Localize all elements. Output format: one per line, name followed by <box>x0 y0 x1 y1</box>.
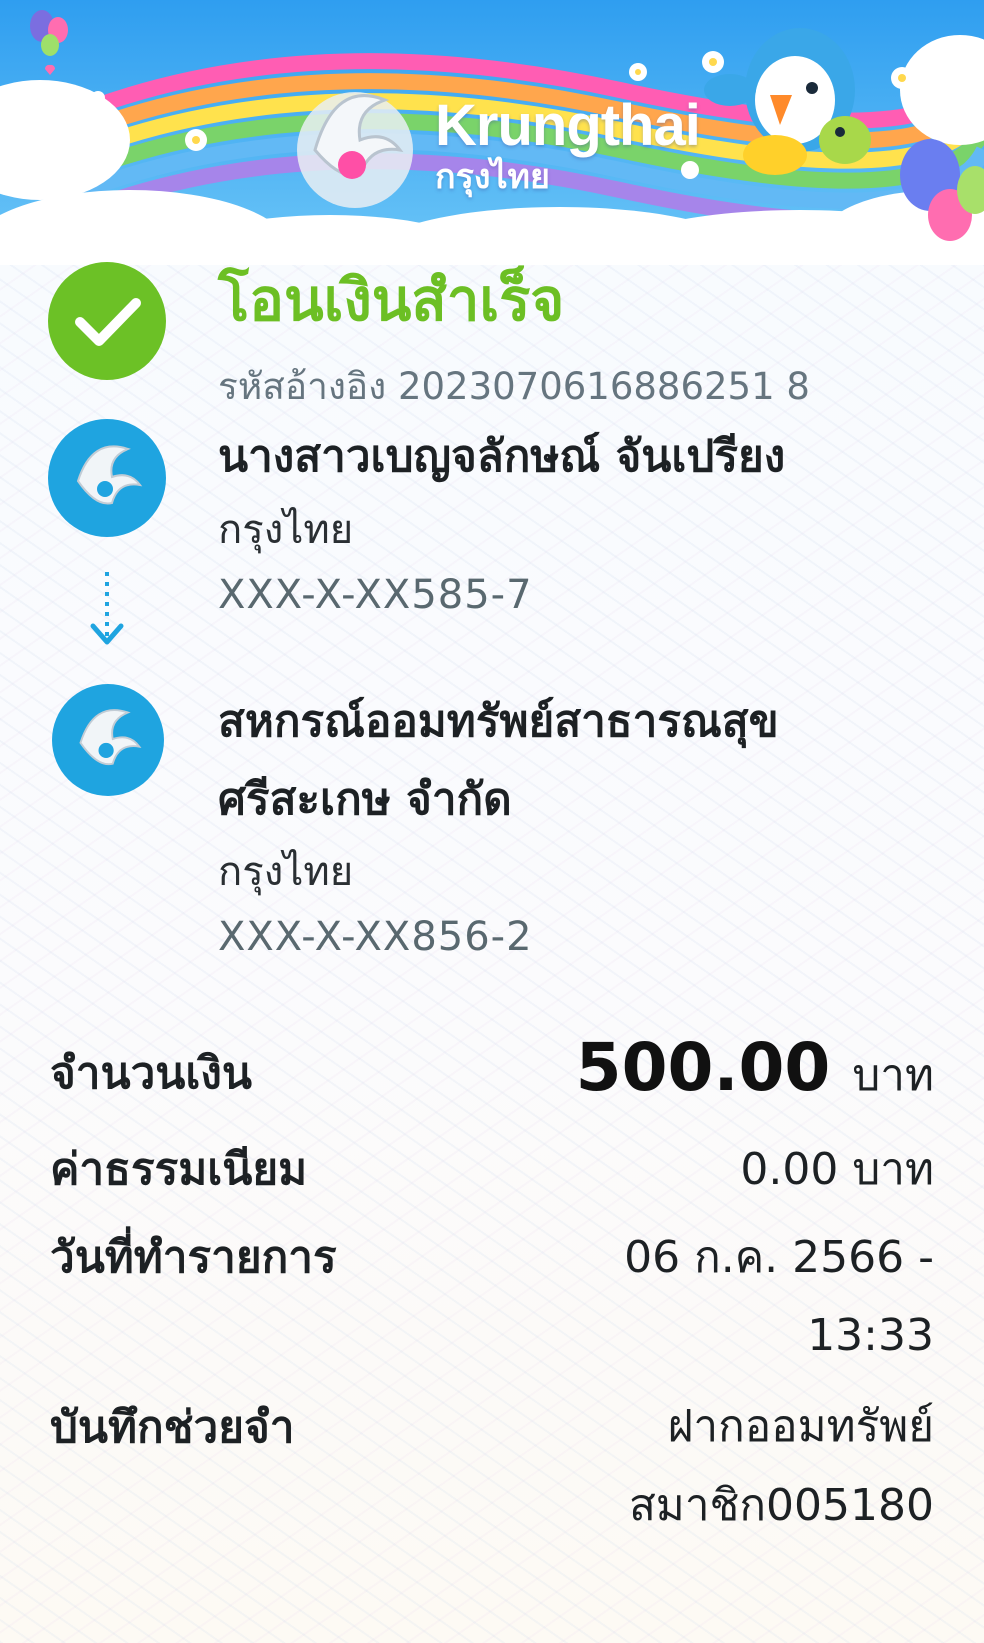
sender-name: นางสาวเบญจลักษณ์ จันเปรียง <box>218 431 786 482</box>
recipient-name-line2: ศรีสะเกษ จำกัด <box>218 774 512 825</box>
brand-name-th: กรุงไทย <box>435 158 550 196</box>
amount-unit: บาท <box>852 1050 934 1101</box>
transaction-date-value: 06 ก.ค. 2566 - <box>624 1232 934 1283</box>
recipient-name-line1: สหกรณ์ออมทรัพย์สาธารณสุข <box>218 696 779 747</box>
header-banner: Krungthai กรุงไทย <box>0 0 984 265</box>
sender-bank: กรุงไทย <box>218 507 354 553</box>
sender-account: XXX-X-XX585-7 <box>218 572 533 618</box>
memo-value-line2: สมาชิก005180 <box>628 1480 934 1531</box>
transaction-time-value: 13:33 <box>807 1310 934 1361</box>
memo-label: บันทึกช่วยจำ <box>50 1402 295 1453</box>
check-circle-icon <box>48 262 166 380</box>
amount-label: จำนวนเงิน <box>50 1048 252 1099</box>
brand-logo: Krungthai กรุงไทย <box>435 93 701 196</box>
memo-value-line1: ฝากออมทรัพย์ <box>667 1401 934 1452</box>
reference-line: รหัสอ้างอิง 2023070616886251 8 <box>218 365 810 409</box>
reference-number: 2023070616886251 8 <box>397 365 810 408</box>
amount-value-row: 500.00 บาท <box>576 1028 934 1116</box>
krungthai-phoenix-icon <box>76 445 143 505</box>
arrow-down-dotted-icon <box>90 572 124 645</box>
reference-label: รหัสอ้างอิง <box>218 365 387 408</box>
krungthai-phoenix-icon <box>79 709 142 766</box>
fee-label: ค่าธรรมเนียม <box>50 1144 308 1195</box>
recipient-account: XXX-X-XX856-2 <box>218 914 533 960</box>
amount-value: 500.00 <box>575 1029 831 1106</box>
sender-bank-icon <box>48 419 166 537</box>
transaction-date-label: วันที่ทำรายการ <box>50 1232 337 1283</box>
recipient-bank-icon <box>52 684 164 796</box>
fee-value: 0.00 บาท <box>740 1144 934 1195</box>
brand-name-en: Krungthai <box>435 93 701 158</box>
recipient-bank: กรุงไทย <box>218 849 354 895</box>
transfer-success-title: โอนเงินสำเร็จ <box>218 266 565 334</box>
